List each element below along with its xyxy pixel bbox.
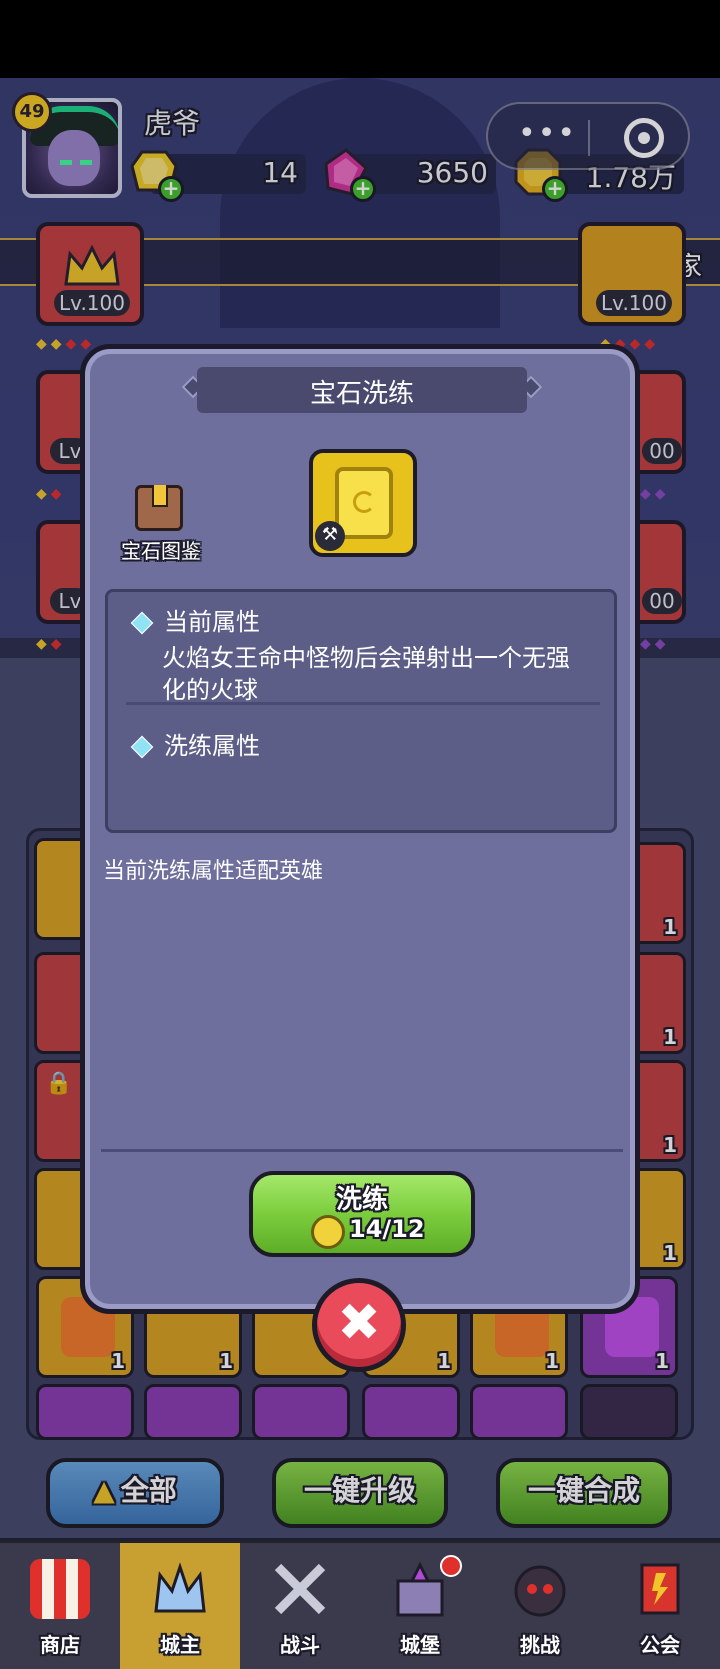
nav-label: 公会 [640, 1633, 680, 1657]
gem-refine-dialog: 宝石洗练 宝石图鉴 ⚒ 当前属性 火焰女王命中怪物后会弹射出一个无强化的火球 洗… [80, 344, 640, 1314]
demon-icon [514, 1565, 566, 1617]
attribute-panel: 当前属性 火焰女王命中怪物后会弹射出一个无强化的火球 洗练属性 [105, 589, 617, 833]
current-attr-label: 当前属性 [164, 608, 260, 636]
nav-battle[interactable]: 战斗 [240, 1543, 360, 1669]
shop-icon [30, 1559, 90, 1619]
diamond-bullet-icon [130, 735, 154, 759]
current-attr-text: 火焰女王命中怪物后会弹射出一个无强化的火球 [162, 644, 570, 704]
notification-dot [440, 1555, 462, 1577]
nav-label: 战斗 [280, 1633, 320, 1657]
nav-label: 城主 [160, 1633, 200, 1657]
guild-banner-icon [640, 1563, 680, 1615]
status-bar [0, 0, 720, 78]
nav-label: 挑战 [520, 1633, 560, 1657]
book-icon [135, 485, 183, 531]
dialog-title: 宝石洗练 [309, 379, 414, 409]
selected-gem-slot[interactable]: ⚒ [309, 449, 417, 557]
title-plate: 宝石洗练 [197, 367, 527, 413]
yellow-gem-icon [335, 467, 393, 539]
refine-attr-heading: 洗练属性 [130, 726, 260, 761]
bottom-nav: 商店 城主 战斗 城堡 挑战 公会 [0, 1540, 720, 1669]
refine-button[interactable]: 洗练 14/12 [249, 1171, 475, 1257]
current-attr-heading: 当前属性 [130, 602, 260, 637]
gold-gem-cost-icon [311, 1215, 345, 1249]
dialog-divider [101, 1149, 623, 1152]
nav-castle[interactable]: 城堡 [360, 1543, 480, 1669]
nav-label: 商店 [40, 1633, 80, 1657]
attr-divider [126, 702, 600, 705]
hammer-icon: ⚒ [315, 521, 345, 551]
gem-codex-button[interactable]: 宝石图鉴 [111, 485, 211, 565]
diamond-bullet-icon [130, 611, 154, 635]
gem-codex-label: 宝石图鉴 [121, 539, 201, 563]
nav-label: 城堡 [400, 1633, 440, 1657]
nav-shop[interactable]: 商店 [0, 1543, 120, 1669]
nav-challenge[interactable]: 挑战 [480, 1543, 600, 1669]
crown-icon [154, 1562, 206, 1613]
close-dialog-button[interactable]: ✖ [312, 1278, 406, 1372]
crossed-swords-icon [274, 1563, 326, 1615]
refine-cost: 14/12 [349, 1215, 425, 1243]
nav-lord[interactable]: 城主 [120, 1543, 240, 1669]
refine-hint: 当前洗练属性适配英雄 [103, 859, 324, 884]
swirl-icon [353, 491, 375, 513]
refine-button-label: 洗练 [335, 1185, 388, 1215]
nav-guild[interactable]: 公会 [600, 1543, 720, 1669]
close-icon: ✖ [337, 1293, 381, 1353]
refine-attr-label: 洗练属性 [164, 732, 260, 760]
